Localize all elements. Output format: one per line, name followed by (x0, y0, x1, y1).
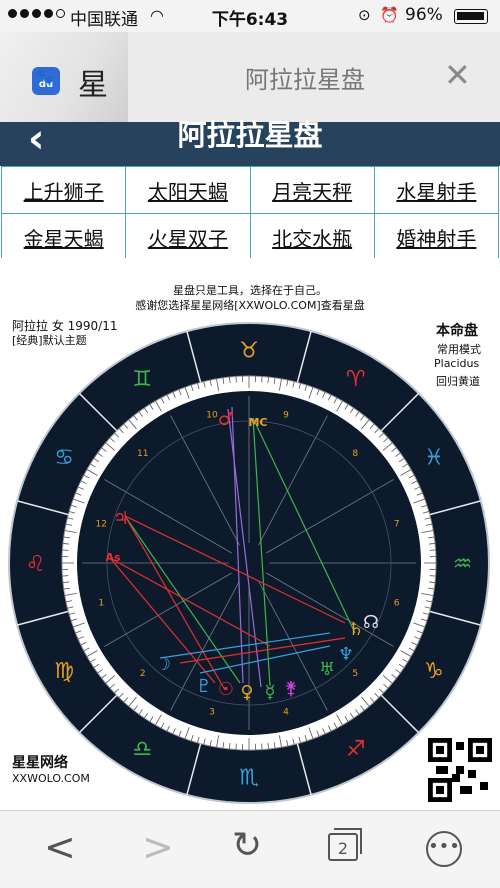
chart-theme: [经典]默认主题 (12, 332, 87, 348)
link-cell[interactable]: 月亮天秤 (250, 167, 374, 214)
placement-links: 上升狮子 太阳天蝎 月亮天秤 水星射手 金星天蝎 火星双子 北交水瓶 婚神射手 (0, 166, 500, 258)
placement-link[interactable]: 水星射手 (396, 180, 476, 204)
baidu-paw-icon: du (32, 67, 60, 95)
sign-capricorn-icon: ♑ (424, 659, 444, 684)
planet-mercury-icon: ☿ (264, 682, 275, 703)
planet-uranus-icon: ♅ (319, 659, 335, 680)
house-number: 1 (98, 599, 104, 609)
previous-tab-title: 星 (78, 60, 108, 104)
current-tab-title: 阿拉拉星盘 (180, 60, 430, 95)
sign-aries-icon: ♈ (346, 367, 366, 392)
placement-link[interactable]: 火星双子 (148, 227, 228, 251)
sign-taurus-icon: ♉ (239, 339, 259, 364)
planet-midheaven-icon: MC (248, 416, 267, 429)
planet-saturn-icon: ♄ (348, 619, 364, 640)
link-cell[interactable]: 水星射手 (374, 167, 498, 214)
house-number: 3 (209, 707, 215, 717)
chart-type: 本命盘 (436, 320, 478, 340)
house-number: 10 (206, 411, 218, 421)
chart-mode: 常用模式 (437, 341, 481, 357)
sign-libra-icon: ♎ (132, 737, 152, 762)
link-cell[interactable]: 上升狮子 (2, 167, 126, 214)
natal-chart-panel: ♋♊♉♈♓♒♑♐♏♎♍♌101112123456789♂MC♃As☊♄♆♅☽♇☉… (0, 258, 500, 810)
qr-code-image (428, 738, 492, 802)
battery-icon (454, 9, 488, 24)
house-number: 4 (283, 707, 289, 717)
link-cell[interactable]: 火星双子 (126, 214, 250, 261)
previous-tab[interactable]: du 星 (0, 32, 128, 122)
sign-cancer-icon: ♋ (54, 445, 74, 470)
link-cell[interactable]: 太阳天蝎 (126, 167, 250, 214)
planet-sun-icon: ☉ (218, 679, 234, 700)
browser-toolbar: < > ↻ 2 ••• (0, 810, 500, 888)
link-cell[interactable]: 婚神射手 (374, 214, 498, 261)
planet-neptune-icon: ♆ (338, 644, 354, 665)
sign-virgo-icon: ♍ (54, 659, 74, 684)
planet-north-node-icon: ☊ (363, 612, 379, 633)
placement-link[interactable]: 金星天蝎 (24, 227, 104, 251)
house-number: 2 (140, 669, 146, 679)
refresh-icon[interactable]: ↻ (232, 825, 262, 866)
page-title: 阿拉拉星盘 (0, 112, 500, 154)
close-tab-icon[interactable]: ✕ (444, 56, 471, 94)
house-number: 6 (394, 599, 400, 609)
placement-link[interactable]: 太阳天蝎 (148, 180, 228, 204)
house-number: 12 (95, 519, 106, 529)
planet-pluto-icon: ♇ (196, 676, 212, 697)
planet-mars-icon: ♂ (218, 409, 234, 430)
house-number: 8 (352, 449, 358, 459)
planet-venus-icon: ♀ (240, 682, 253, 703)
planet-juno-icon: ⚵ (284, 678, 297, 699)
planet-jupiter-icon: ♃ (113, 508, 129, 529)
brand-name: 星星网络 (12, 752, 68, 772)
placement-link[interactable]: 北交水瓶 (272, 227, 352, 251)
page-header: ‹ 阿拉拉星盘 (0, 122, 500, 166)
sign-aquarius-icon: ♒ (453, 552, 473, 577)
tabs-button[interactable]: 2 (328, 833, 358, 861)
placement-link[interactable]: 上升狮子 (24, 180, 104, 204)
rotation-lock-icon: ⊙ (358, 6, 371, 24)
sign-leo-icon: ♌ (26, 552, 46, 577)
battery-percent: 96% (405, 5, 443, 25)
chart-notice-line2: 感谢您选择星星网络[XXWOLO.COM]查看星盘 (0, 297, 500, 313)
sign-pisces-icon: ♓ (424, 445, 444, 470)
link-cell[interactable]: 金星天蝎 (2, 214, 126, 261)
sign-sagittarius-icon: ♐ (346, 737, 366, 762)
planet-moon-icon: ☽ (155, 654, 171, 675)
placement-link[interactable]: 婚神射手 (396, 227, 476, 251)
link-cell[interactable]: 北交水瓶 (250, 214, 374, 261)
sign-scorpio-icon: ♏ (239, 766, 259, 791)
placement-link[interactable]: 月亮天秤 (272, 180, 352, 204)
more-menu-icon[interactable]: ••• (426, 831, 462, 867)
house-number: 9 (283, 411, 289, 421)
house-number: 5 (352, 669, 358, 679)
browser-tab-bar: du 星 阿拉拉星盘 ✕ (0, 32, 500, 123)
brand-url: XXWOLO.COM (12, 772, 90, 785)
alarm-icon: ⏰ (380, 6, 399, 24)
back-icon[interactable]: < (44, 825, 76, 869)
sign-gemini-icon: ♊ (132, 367, 152, 392)
planet-ascendant-icon: As (105, 551, 121, 564)
zodiac-type: 回归黄道 (436, 373, 480, 389)
forward-icon[interactable]: > (142, 825, 174, 869)
status-bar: 中国联通 ◠ 下午6:43 ⊙ ⏰ 96% (0, 0, 500, 32)
house-number: 7 (394, 519, 400, 529)
chart-notice-line1: 星盘只是工具，选择在于自己。 (0, 282, 500, 298)
house-number: 11 (137, 449, 148, 459)
house-system: Placidus (434, 357, 479, 370)
